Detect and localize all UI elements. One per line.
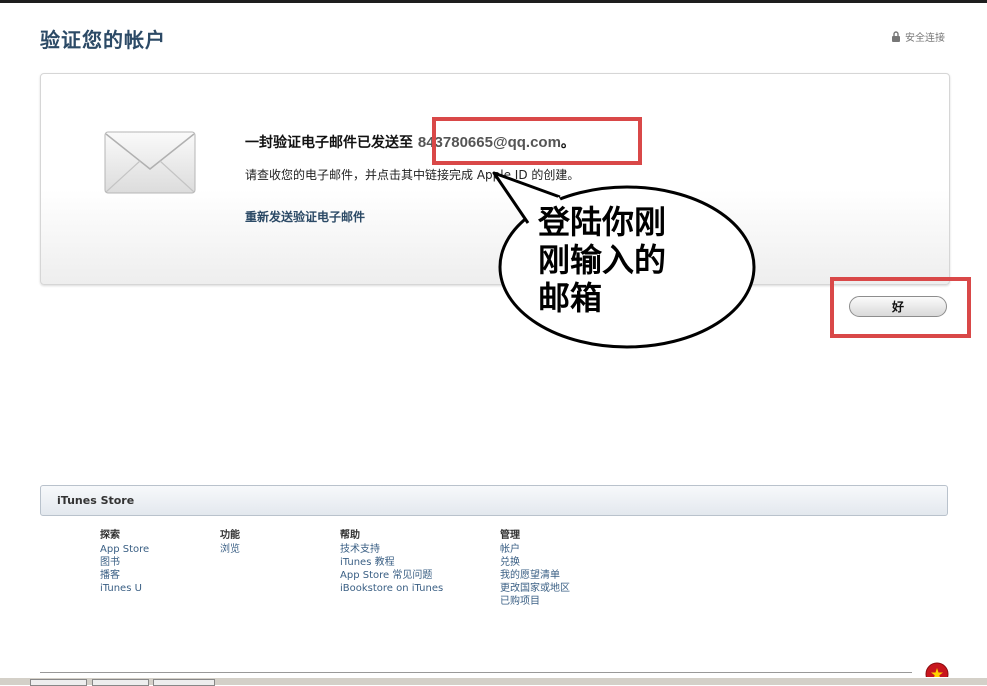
footer-heading: 功能 (220, 530, 240, 541)
itunes-store-label: iTunes Store (57, 494, 135, 507)
footer-heading: 帮助 (340, 530, 360, 541)
envelope-icon (104, 131, 196, 194)
footer-link[interactable]: 更改国家或地区 (500, 582, 570, 595)
footer-heading: 管理 (500, 530, 520, 541)
ok-button[interactable]: 好 (849, 296, 947, 317)
footer-link[interactable]: 兑换 (500, 556, 570, 569)
footer-heading: 探索 (100, 530, 120, 541)
annotation-line: 刚输入的 (538, 241, 667, 279)
annotation-line: 登陆你刚 (538, 203, 667, 241)
footer-link[interactable]: 图书 (100, 556, 149, 569)
lock-icon (892, 31, 900, 42)
secure-connection: 安全连接 (891, 29, 945, 44)
footer-column-help: 帮助 技术支持 iTunes 教程 App Store 常见问题 iBookst… (340, 529, 443, 595)
taskbar-item[interactable] (92, 679, 149, 686)
footer-link[interactable]: App Store (100, 543, 149, 556)
footer-link[interactable]: 我的愿望清单 (500, 569, 570, 582)
footer-link[interactable]: iTunes U (100, 582, 149, 595)
footer-link[interactable]: App Store 常见问题 (340, 569, 443, 582)
resend-verification-link[interactable]: 重新发送验证电子邮件 (245, 208, 365, 225)
footer-column-features: 功能 浏览 (220, 529, 240, 556)
secure-label: 安全连接 (905, 33, 945, 44)
window-top-border (0, 0, 987, 3)
footer-link[interactable]: 浏览 (220, 543, 240, 556)
annotation-line: 邮箱 (538, 279, 603, 317)
email-sent-prefix: 一封验证电子邮件已发送至 (245, 135, 418, 151)
annotation-text: 登陆你刚 刚输入的 邮箱 (538, 203, 708, 317)
footer-column-manage: 管理 帐户 兑换 我的愿望清单 更改国家或地区 已购项目 (500, 529, 570, 608)
footer-divider (40, 672, 912, 673)
footer-link[interactable]: iTunes 教程 (340, 556, 443, 569)
page-title: 验证您的帐户 (40, 28, 166, 52)
taskbar-item[interactable] (153, 679, 215, 686)
footer-link[interactable]: iBookstore on iTunes (340, 582, 443, 595)
taskbar-item[interactable] (30, 679, 87, 686)
footer-link[interactable]: 播客 (100, 569, 149, 582)
footer-link[interactable]: 技术支持 (340, 543, 443, 556)
footer-link[interactable]: 已购项目 (500, 595, 570, 608)
footer-column-explore: 探索 App Store 图书 播客 iTunes U (100, 529, 149, 595)
email-highlight-box (432, 117, 642, 165)
footer-link[interactable]: 帐户 (500, 543, 570, 556)
itunes-store-bar: iTunes Store (40, 485, 948, 516)
